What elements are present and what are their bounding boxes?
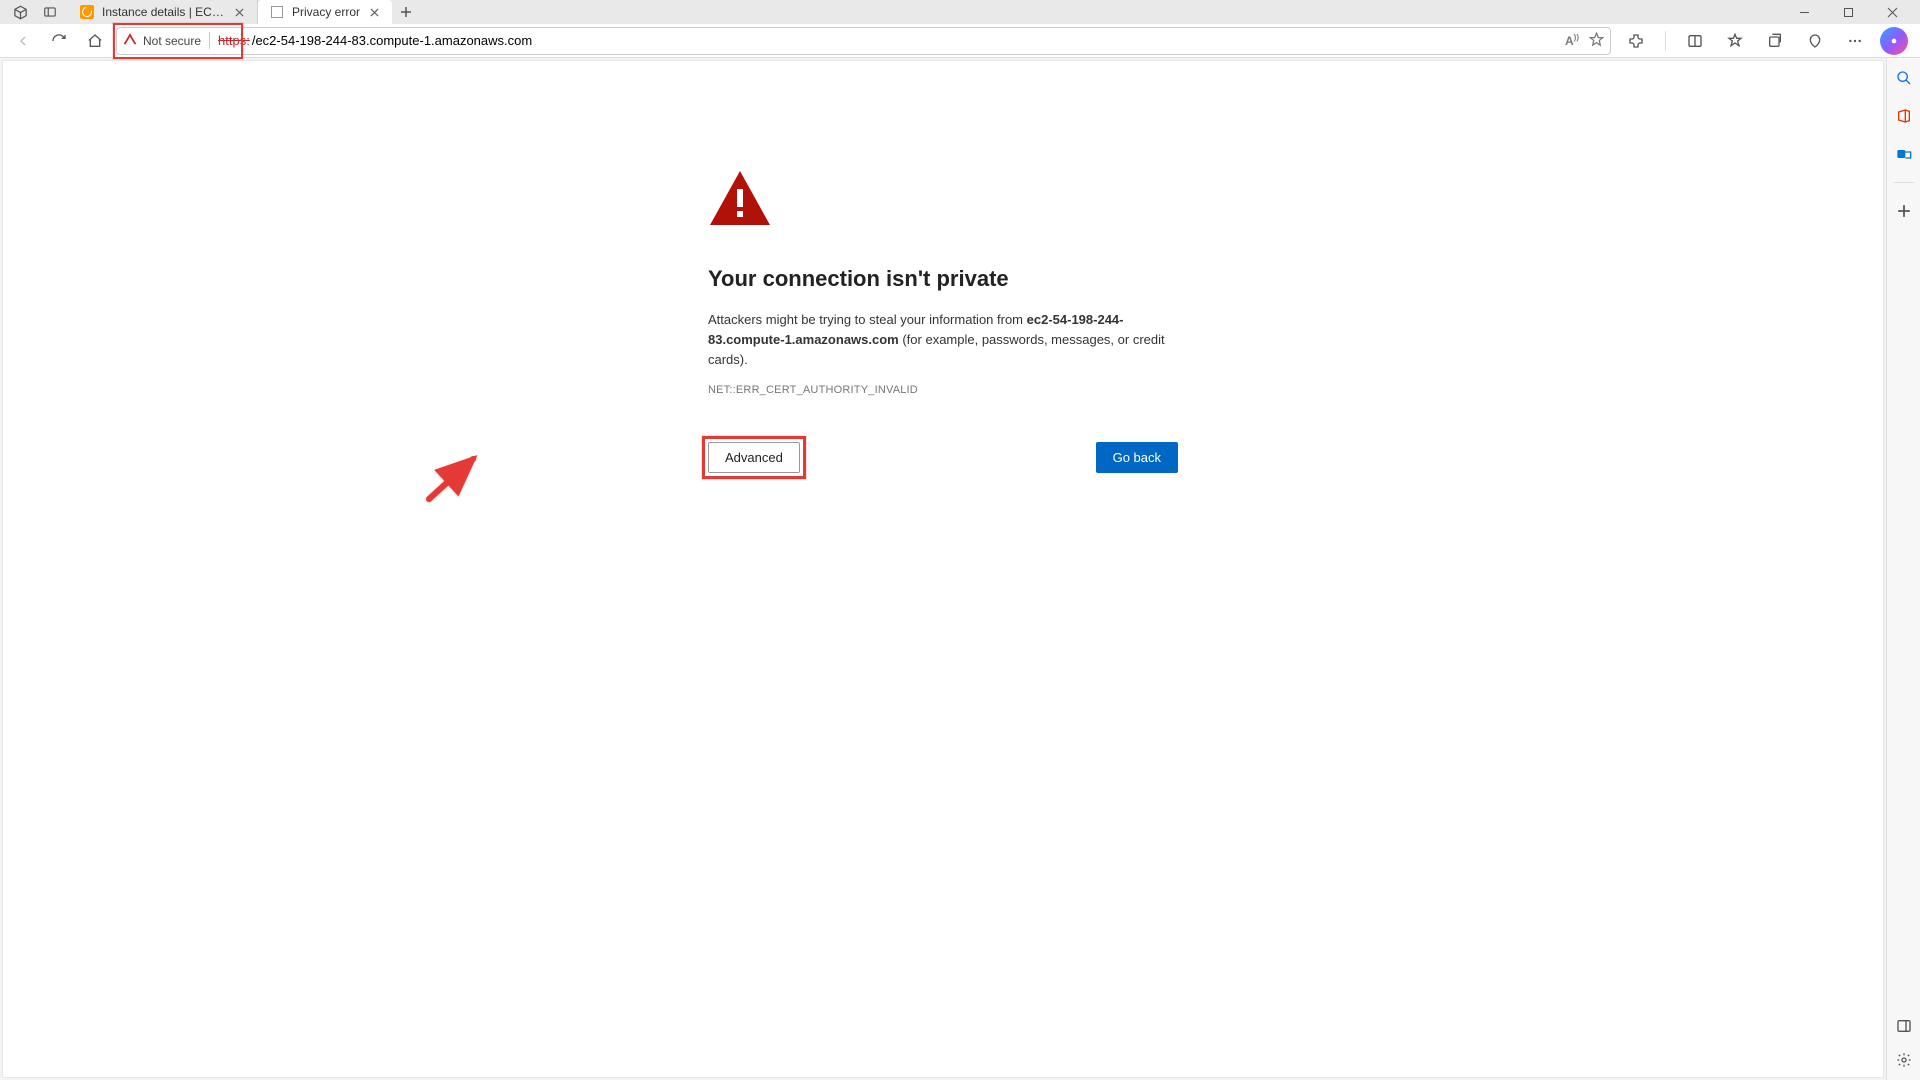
- toolbar-right: [1617, 26, 1912, 56]
- warning-triangle-icon: [708, 169, 1178, 232]
- close-icon[interactable]: [233, 6, 245, 18]
- copilot-button[interactable]: [1880, 27, 1908, 55]
- warning-description: Attackers might be trying to steal your …: [708, 310, 1178, 370]
- sidebar-toggle-icon[interactable]: [1894, 1016, 1914, 1036]
- address-bar[interactable]: Not secure https: /ec2-54-198-244-83.com…: [116, 27, 1611, 55]
- more-icon[interactable]: [1840, 26, 1870, 56]
- content-shell: Your connection isn't private Attackers …: [0, 58, 1920, 1080]
- office-icon[interactable]: [1894, 106, 1914, 126]
- aws-favicon-icon: [80, 5, 94, 19]
- url-scheme: https:: [218, 33, 250, 48]
- page-content: Your connection isn't private Attackers …: [2, 60, 1884, 1078]
- page-heading: Your connection isn't private: [708, 266, 1178, 292]
- outlook-icon[interactable]: [1894, 144, 1914, 164]
- annotation-arrow: [421, 441, 491, 516]
- tab-instance-details[interactable]: Instance details | EC2 | us-east-1: [68, 0, 258, 24]
- button-row: Advanced Go back: [708, 442, 1178, 473]
- divider: [1665, 31, 1666, 51]
- maximize-button[interactable]: [1826, 0, 1870, 24]
- settings-icon[interactable]: [1894, 1050, 1914, 1070]
- collections-icon[interactable]: [1760, 26, 1790, 56]
- url-host: /ec2-54-198-244-83.compute-1.amazonaws.c…: [252, 33, 532, 48]
- back-button[interactable]: [8, 26, 38, 56]
- divider: [1894, 182, 1914, 183]
- new-tab-button[interactable]: [392, 0, 420, 24]
- tab-strip: Instance details | EC2 | us-east-1 Priva…: [68, 0, 420, 24]
- security-label: Not secure: [143, 34, 201, 48]
- tab-label: Privacy error: [292, 5, 360, 19]
- close-window-button[interactable]: [1870, 0, 1914, 24]
- security-chip[interactable]: Not secure: [123, 32, 210, 49]
- advanced-button[interactable]: Advanced: [708, 442, 800, 473]
- workspace-icon[interactable]: [12, 4, 28, 20]
- tab-actions-icon[interactable]: [42, 4, 58, 20]
- go-back-button[interactable]: Go back: [1096, 442, 1178, 473]
- blank-favicon-icon: [270, 5, 284, 19]
- home-button[interactable]: [80, 26, 110, 56]
- sidebar-bottom: [1894, 1016, 1914, 1070]
- read-aloud-icon[interactable]: A)): [1565, 33, 1579, 48]
- titlebar-left: [6, 4, 58, 20]
- refresh-button[interactable]: [44, 26, 74, 56]
- search-icon[interactable]: [1894, 68, 1914, 88]
- desc-prefix: Attackers might be trying to steal your …: [708, 312, 1027, 327]
- window-controls: [1782, 0, 1914, 24]
- favorites-icon[interactable]: [1720, 26, 1750, 56]
- addrbar-actions: A)): [1565, 32, 1604, 50]
- split-screen-icon[interactable]: [1680, 26, 1710, 56]
- toolbar: Not secure https: /ec2-54-198-244-83.com…: [0, 24, 1920, 58]
- warning-triangle-icon: [123, 32, 137, 49]
- tab-privacy-error[interactable]: Privacy error: [258, 0, 392, 24]
- extensions-icon[interactable]: [1621, 26, 1651, 56]
- add-icon[interactable]: [1894, 201, 1914, 221]
- error-code: NET::ERR_CERT_AUTHORITY_INVALID: [708, 384, 1178, 396]
- privacy-error-interstitial: Your connection isn't private Attackers …: [708, 169, 1178, 396]
- favorite-icon[interactable]: [1589, 32, 1604, 50]
- tab-label: Instance details | EC2 | us-east-1: [102, 5, 225, 19]
- titlebar: Instance details | EC2 | us-east-1 Priva…: [0, 0, 1920, 24]
- browser-essentials-icon[interactable]: [1800, 26, 1830, 56]
- edge-sidebar: [1886, 58, 1920, 1080]
- close-icon[interactable]: [368, 6, 380, 18]
- minimize-button[interactable]: [1782, 0, 1826, 24]
